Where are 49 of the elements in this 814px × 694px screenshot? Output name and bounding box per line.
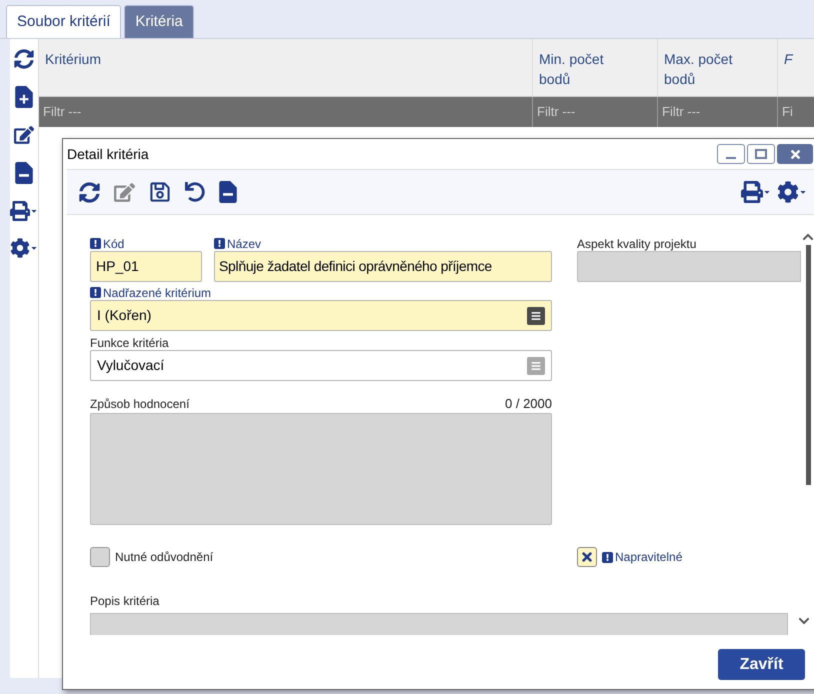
refresh-icon[interactable] — [79, 182, 100, 202]
aspect-field[interactable] — [577, 251, 801, 282]
checkbox-label: Napravitelné — [615, 549, 682, 566]
character-counter: 0 / 2000 — [505, 394, 552, 412]
field-label: Způsob hodnocení — [90, 396, 190, 413]
list-icon[interactable] — [527, 306, 545, 324]
tab[interactable]: Soubor kritérií — [6, 5, 122, 38]
print-menu-icon[interactable] — [741, 181, 771, 203]
code-field[interactable]: HP_01 — [90, 251, 202, 282]
field-label: Aspekt kvality projektu — [577, 236, 696, 252]
description-field[interactable] — [90, 613, 788, 635]
close-icon — [788, 148, 802, 160]
field-label: Kód — [103, 236, 124, 252]
field-label: Nadřazené kritérium — [103, 284, 212, 302]
edit-icon[interactable] — [14, 125, 34, 145]
checkbox[interactable] — [577, 547, 597, 567]
required-icon — [602, 552, 613, 562]
field-label: Popis kritéria — [90, 594, 160, 608]
checkbox[interactable] — [90, 547, 110, 567]
column-header[interactable]: Min. počet bodů — [533, 39, 658, 96]
scroll-down-icon[interactable] — [798, 615, 810, 627]
field-label: Název — [227, 236, 262, 252]
print-menu-icon[interactable] — [10, 201, 38, 221]
required-icon — [214, 238, 225, 249]
name-field[interactable]: Splňuje žadatel definici oprávněného příjemce — [214, 251, 552, 282]
column-header[interactable]: F — [778, 39, 814, 96]
settings-menu-icon[interactable] — [10, 238, 38, 258]
undo-icon[interactable] — [185, 182, 205, 202]
maximize-button[interactable] — [747, 144, 775, 164]
close-dialog-button[interactable]: Zavřít — [718, 649, 805, 680]
settings-menu-icon[interactable] — [777, 181, 807, 203]
cross-icon — [580, 550, 594, 564]
column-header[interactable]: Max. počet bodů — [658, 39, 778, 96]
minimize-button[interactable] — [717, 144, 745, 164]
scroll-up-icon[interactable] — [802, 231, 814, 243]
tab[interactable]: Kritéria — [124, 5, 194, 38]
refresh-icon[interactable] — [14, 49, 34, 69]
field-label: Funkce kritéria — [90, 334, 169, 352]
required-icon — [90, 238, 101, 249]
save-icon[interactable] — [149, 181, 171, 203]
required-icon — [90, 287, 101, 298]
lookup-field[interactable]: I (Kořen) — [90, 300, 552, 331]
dialog-title: Detail kritéria — [67, 144, 149, 164]
remove-document-icon[interactable] — [15, 162, 33, 184]
close-button[interactable] — [777, 144, 813, 164]
column-header[interactable]: Kritérium — [39, 39, 533, 96]
checkbox-label: Nutné odůvodnění — [115, 549, 214, 566]
remove-document-icon[interactable] — [219, 181, 237, 203]
add-document-icon[interactable] — [15, 86, 33, 108]
